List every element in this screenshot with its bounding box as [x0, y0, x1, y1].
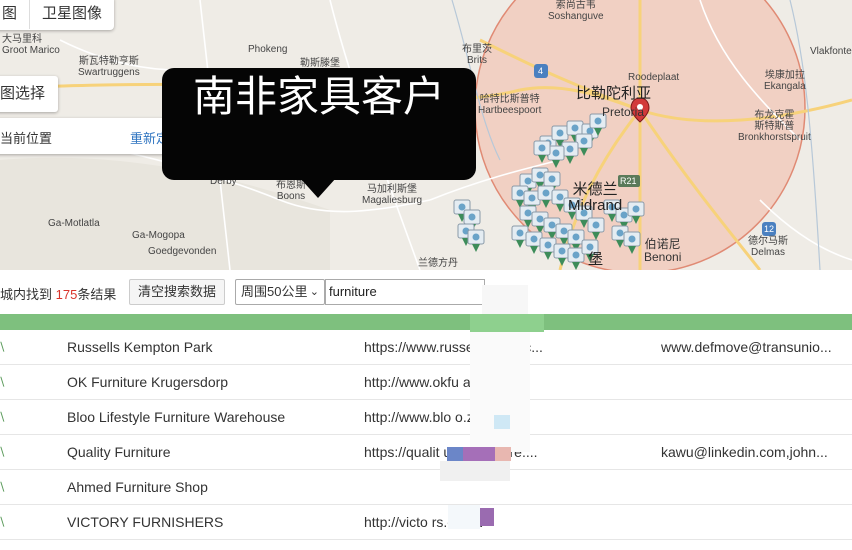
radius-value: 周围50公里 [241, 284, 308, 299]
place-johannesburg: 堡 [588, 251, 604, 268]
business-name: Quality Furniture [67, 444, 171, 460]
place-pretoria-cn: 比勒陀利亚 [576, 85, 652, 102]
place-delmas: 德尔马斯 Delmas [748, 236, 788, 258]
place-ga-motlatla: Ga-Motlatla [48, 218, 100, 229]
result-count-number: 175 [55, 287, 78, 302]
place-groot-marico: 大马里科 Groot Marico [2, 34, 60, 56]
place-magaliesburg: 马加利斯堡 Magaliesburg [362, 184, 423, 206]
row-marker-icon: ∖ [0, 410, 6, 424]
business-name: Ahmed Furniture Shop [67, 479, 208, 495]
email-cell[interactable]: www.defmove@transunio... [661, 339, 832, 355]
route-label-12: 12 [764, 224, 775, 234]
privacy-blur [448, 505, 480, 529]
privacy-blur [470, 314, 544, 332]
result-count: 城内找到 175条结果 [0, 284, 116, 303]
place-bronkhorstspruit: 布龙克霍 斯特斯普 Bronkhorstspruit [738, 110, 811, 143]
row-marker-icon: ∖ [0, 340, 6, 354]
location-bar: 当前位置 重新定 [0, 118, 176, 154]
table-row[interactable]: ∖ Russells Kempton Park https://www.russe … [0, 330, 852, 365]
table-row[interactable]: ∖Essons Homehttps://ess /gateway@essons.… [0, 540, 852, 550]
row-marker-icon: ∖ [0, 515, 6, 529]
row-marker-icon: ∖ [0, 445, 6, 459]
row-marker-icon: ∖ [0, 375, 6, 389]
privacy-blur [480, 508, 494, 526]
result-count-suffix: 条结果 [77, 287, 117, 302]
business-name: Bloo Lifestyle Furniture Warehouse [67, 409, 286, 425]
place-vlakfontein: Vlakfontein [810, 46, 852, 57]
business-name: Russells Kempton Park [67, 339, 213, 355]
clear-search-button[interactable]: 清空搜索数据 [129, 279, 225, 305]
website-link[interactable]: http://www.okfu a/ [364, 374, 475, 390]
table-row[interactable]: ∖ Ahmed Furniture Shop [0, 470, 852, 505]
table-row[interactable]: ∖Quality Furniturehttps://qualit urnitur… [0, 435, 852, 470]
privacy-blur [447, 447, 463, 461]
place-pretoria-en: Pretoria [602, 105, 645, 119]
result-count-prefix: 城内找到 [0, 287, 56, 302]
business-name: VICTORY FURNISHERS [67, 514, 224, 530]
privacy-blur [494, 415, 510, 429]
place-midrand: 米德兰 Midrand [568, 181, 623, 214]
place-roodeplaat: Roodeplaat [628, 72, 680, 83]
place-randfontein: 兰德方丹 [418, 258, 458, 269]
search-toolbar: 城内找到 175条结果 清空搜索数据 周围50公里 ⌄ furniture [0, 270, 852, 314]
business-name: OK Furniture Krugersdorp [67, 374, 229, 390]
email-cell[interactable]: kawu@linkedin.com,john... [661, 444, 828, 460]
place-hartbeespoort: 哈特比斯普特 Hartbeespoort [478, 94, 542, 116]
map-view[interactable]: 4 R21 12 大马里科 Groot Marico 斯瓦特勒亨斯 Swartr… [0, 0, 852, 270]
table-row[interactable]: ∖ VICTORY FURNISHERS http://victo rs.co.za… [0, 505, 852, 540]
current-location-label: 当前位置 [0, 131, 53, 146]
table-row[interactable]: ∖ OK Furniture Krugersdorp http://www.okfu… [0, 365, 852, 400]
place-swartruggens: 斯瓦特勒亨斯 Swartruggens [78, 56, 140, 78]
privacy-blur [495, 447, 511, 461]
table-header [0, 314, 852, 330]
website-link[interactable]: http://www.blo o.za/ [364, 409, 485, 425]
route-label-r21: R21 [620, 176, 637, 186]
keyword-input[interactable]: furniture [325, 279, 485, 305]
privacy-blur [440, 461, 510, 481]
annotation-bubble: 南非家具客户 [162, 68, 476, 180]
map-type-tab-satellite[interactable]: 卫星图像 [30, 0, 114, 30]
table-row[interactable]: ∖ Bloo Lifestyle Furniture Warehouse http:… [0, 400, 852, 435]
radius-select[interactable]: 周围50公里 ⌄ [235, 279, 325, 305]
privacy-blur [470, 332, 530, 452]
map-select-button[interactable]: 图选择 [0, 76, 58, 112]
place-ekangala: 埃康加拉 Ekangala [764, 70, 806, 92]
map-type-tab-map[interactable]: 图 [0, 0, 29, 30]
annotation-bubble-tail [300, 178, 336, 198]
results-table: ∖ Russells Kempton Park https://www.russe … [0, 314, 852, 550]
place-brits: 布里茨 Brits [462, 44, 492, 66]
place-phokeng: Phokeng [248, 44, 288, 55]
map-type-switch: 图 卫星图像 [0, 0, 115, 30]
place-soshanguve: 索尚古韦 Soshanguve [548, 0, 604, 22]
table-body: ∖ Russells Kempton Park https://www.russe … [0, 330, 852, 550]
place-goedgevonden: Goedgevonden [148, 246, 217, 257]
place-benoni: 伯诺尼 Benoni [644, 237, 682, 264]
route-label-4: 4 [538, 66, 544, 76]
chevron-down-icon: ⌄ [309, 286, 319, 298]
row-marker-icon: ∖ [0, 480, 6, 494]
privacy-blur [463, 447, 495, 461]
place-ga-mogopa: Ga-Mogopa [132, 230, 185, 241]
